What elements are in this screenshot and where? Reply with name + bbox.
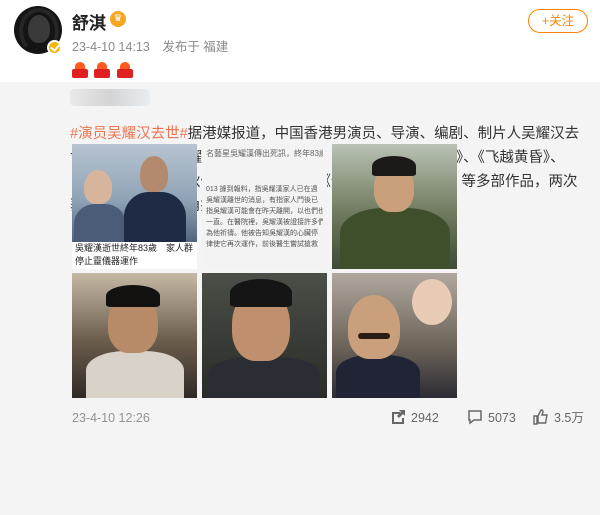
birthday-cake-icon bbox=[94, 62, 111, 78]
baby-face bbox=[412, 279, 452, 325]
person-head bbox=[348, 295, 400, 359]
person-body bbox=[340, 208, 450, 269]
blurred-original-author bbox=[70, 89, 150, 106]
person-hair bbox=[230, 279, 292, 307]
news-headline: 名藝星吳耀漢傳出死訊，終年83歲。 bbox=[206, 149, 323, 158]
image-caption: 吳耀漢逝世終年83歲 家人群 停止靈儀器運作 bbox=[72, 242, 197, 269]
image-thumbnail-4[interactable] bbox=[72, 273, 197, 398]
repost-action[interactable]: 2942 bbox=[390, 409, 439, 427]
like-count: 3.5万 bbox=[554, 411, 584, 425]
thumbs-up-icon bbox=[533, 409, 548, 425]
like-action[interactable]: 3.5万 bbox=[533, 409, 584, 427]
post-location: 发布于 福建 bbox=[162, 40, 229, 54]
author-name[interactable]: 舒淇 bbox=[72, 9, 106, 34]
image-thumbnail-1[interactable]: 吳耀漢逝世終年83歲 家人群 停止靈儀器運作 bbox=[72, 144, 197, 269]
person-hair bbox=[106, 285, 160, 307]
person-left-head bbox=[84, 170, 112, 204]
comment-icon bbox=[468, 410, 482, 425]
hashtag-link[interactable]: #演员吴耀汉去世# bbox=[70, 126, 188, 142]
repost-count: 2942 bbox=[411, 411, 439, 425]
post-meta: 23-4-10 14:13 发布于 福建 bbox=[72, 36, 237, 55]
image-thumbnail-6[interactable] bbox=[332, 273, 457, 398]
person-body bbox=[208, 357, 320, 398]
news-article-text: 013 據到報料，指吳耀漢家人已在週 吳耀漢離世的消息，有指家人門後已 指吳耀漢… bbox=[206, 186, 323, 248]
image-thumbnail-5[interactable] bbox=[202, 273, 327, 398]
repost-timestamp[interactable]: 23-4-10 12:26 bbox=[72, 411, 150, 425]
share-icon bbox=[392, 410, 405, 424]
comment-action[interactable]: 5073 bbox=[467, 409, 516, 427]
verified-badge-icon bbox=[47, 40, 62, 55]
image-thumbnail-3[interactable] bbox=[332, 144, 457, 269]
mustache-shape bbox=[358, 333, 390, 339]
comment-count: 5073 bbox=[488, 411, 516, 425]
avatar-face-shape bbox=[28, 15, 50, 43]
person-hair bbox=[372, 156, 416, 176]
follow-button[interactable]: +关注 bbox=[528, 9, 588, 33]
member-crown-icon: ♛ bbox=[110, 11, 126, 27]
image-thumbnail-2[interactable]: 名藝星吳耀漢傳出死訊，終年83歲。 013 據到報料，指吳耀漢家人已在週 吳耀漢… bbox=[202, 144, 327, 269]
birthday-cake-icon bbox=[116, 62, 133, 78]
person-right-head bbox=[140, 156, 168, 192]
image-grid: 吳耀漢逝世終年83歲 家人群 停止靈儀器運作 名藝星吳耀漢傳出死訊，終年83歲。… bbox=[72, 144, 458, 398]
person-body bbox=[86, 351, 184, 398]
person-body bbox=[336, 355, 420, 398]
post-timestamp[interactable]: 23-4-10 14:13 bbox=[72, 40, 150, 54]
mood-emoji-row bbox=[72, 62, 135, 83]
birthday-cake-icon bbox=[72, 62, 88, 78]
